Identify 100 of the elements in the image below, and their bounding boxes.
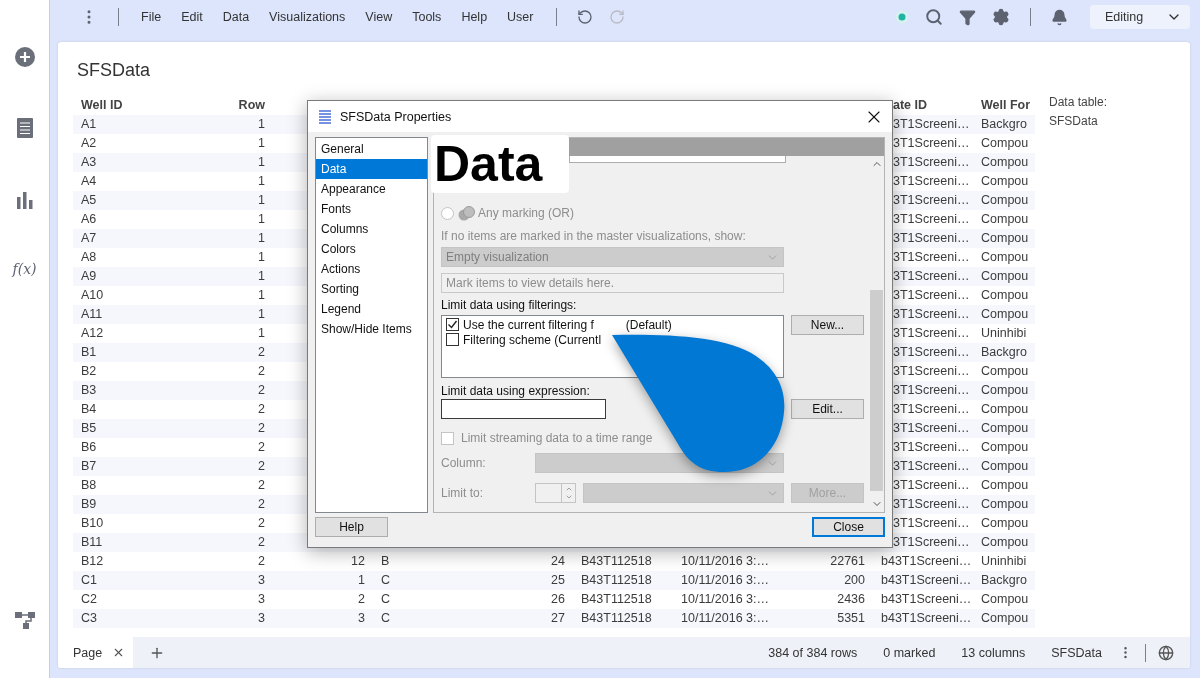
category-item[interactable]: Appearance xyxy=(316,179,427,199)
table-cell-text: 2 xyxy=(257,553,266,570)
table-cell-text: 3T1Screeni… xyxy=(893,496,971,513)
table-cell-text: Compou xyxy=(980,287,1030,304)
table-cell-text: b43T1Screeni… xyxy=(880,572,973,589)
table-cell-text: 2 xyxy=(257,439,266,456)
table-cell-text: 3T1Screeni… xyxy=(893,211,971,228)
side-label: Data table: xyxy=(1049,96,1108,109)
close-button[interactable]: Close xyxy=(812,517,885,537)
table-cell-text: 2 xyxy=(257,401,266,418)
page-tab[interactable]: Page xyxy=(58,637,133,668)
table-cell-text: 2 xyxy=(257,363,266,380)
filter-icon[interactable] xyxy=(959,8,976,26)
bar-chart-icon[interactable] xyxy=(15,191,34,209)
table-cell-text: 2436 xyxy=(836,591,866,608)
table-cell-text: B5 xyxy=(80,420,98,437)
menu-item[interactable]: Tools xyxy=(402,10,452,24)
column-header[interactable]: Row xyxy=(180,96,273,115)
table-cell-text: C xyxy=(380,572,392,589)
table-cell-text: B43T112518 xyxy=(580,553,653,570)
prompt-text: If no items are marked in the master visualizations, show: xyxy=(441,229,746,243)
column-header[interactable]: Well ID xyxy=(73,96,180,115)
help-button[interactable]: Help xyxy=(315,517,388,537)
flow-icon[interactable] xyxy=(14,610,35,630)
table-cell-text: Compou xyxy=(980,192,1030,209)
bell-icon[interactable] xyxy=(1051,8,1068,26)
add-icon[interactable] xyxy=(14,47,35,67)
status-text: 0 marked xyxy=(883,645,936,660)
category-item[interactable]: Columns xyxy=(316,219,427,239)
table-cell-text: 3T1Screeni… xyxy=(893,401,971,418)
table-cell-text: 3T1Screeni… xyxy=(893,230,971,247)
menu-item[interactable]: Data xyxy=(212,10,260,24)
menu-item[interactable]: Help xyxy=(451,10,498,24)
table-cell-text: C3 xyxy=(80,610,98,627)
table-cell-text: A4 xyxy=(80,173,98,190)
category-item[interactable]: Show/Hide Items xyxy=(316,319,427,339)
category-item[interactable]: Sorting xyxy=(316,279,427,299)
table-cell-text: Compou xyxy=(980,154,1030,171)
category-item[interactable]: Actions xyxy=(316,259,427,279)
menu-item[interactable]: File xyxy=(131,10,172,24)
table-cell-text: Compou xyxy=(980,496,1030,513)
table-cell-text: 1 xyxy=(257,135,266,152)
table-cell-text: 2 xyxy=(257,458,266,475)
table-cell-text: C xyxy=(380,591,392,608)
expression-field[interactable] xyxy=(441,399,606,419)
table-cell-text: 3T1Screeni… xyxy=(893,382,971,399)
table-cell-text: 3T1Screeni… xyxy=(893,458,971,475)
table-cell-text: A1 xyxy=(80,116,98,133)
table-cell-text: 3T1Screeni… xyxy=(893,344,971,361)
function-icon[interactable]: f(x) xyxy=(12,260,37,278)
filtering-label[interactable]: Use the current filtering f xyxy=(463,317,594,332)
category-item[interactable]: General xyxy=(316,139,427,159)
table-cell-text: A11 xyxy=(80,306,104,323)
column-header[interactable]: ate ID xyxy=(893,96,973,115)
search-icon[interactable] xyxy=(925,8,943,26)
table-cell-text: C1 xyxy=(80,572,98,589)
column-header[interactable]: Well For xyxy=(973,96,1035,115)
table-cell-text: 10/11/2016 3:… xyxy=(680,553,771,570)
table-cell-text: A10 xyxy=(80,287,105,304)
input-field[interactable] xyxy=(569,156,786,163)
menu-item[interactable]: Edit xyxy=(171,10,213,24)
table-cell-text: 3T1Screeni… xyxy=(893,363,971,380)
category-item[interactable]: Colors xyxy=(316,239,427,259)
table-cell-text: 27 xyxy=(550,610,566,627)
mode-dropdown[interactable]: Editing xyxy=(1090,5,1190,29)
document-icon[interactable] xyxy=(16,118,33,138)
category-item[interactable]: Legend xyxy=(316,299,427,319)
edit-button[interactable]: Edit... xyxy=(791,399,864,419)
category-item[interactable]: Data xyxy=(316,159,427,179)
new-button[interactable]: New... xyxy=(791,315,864,335)
table-cell-text: 3T1Screeni… xyxy=(893,477,971,494)
checkbox[interactable] xyxy=(446,333,459,346)
settings-icon[interactable] xyxy=(992,8,1010,26)
table-cell-text: 3 xyxy=(257,572,266,589)
page-title: SFSData xyxy=(76,59,151,81)
menu-item[interactable]: Visualizations xyxy=(259,10,356,24)
menu-item[interactable]: View xyxy=(355,10,403,24)
filtering-label[interactable]: Filtering scheme (Currentl xyxy=(463,332,602,347)
table-cell-text: Compou xyxy=(980,401,1030,418)
table-cell-text: A7 xyxy=(80,230,98,247)
menu-item[interactable]: User xyxy=(497,10,544,24)
table-cell-text: 1 xyxy=(357,572,366,589)
table-cell-text: A2 xyxy=(80,135,98,152)
table-cell-text: 1 xyxy=(257,249,266,266)
table-cell-text: 2 xyxy=(257,515,266,532)
table-cell-text: 1 xyxy=(257,325,266,342)
table-cell-text: Compou xyxy=(980,306,1030,323)
globe-icon[interactable] xyxy=(1158,644,1174,661)
table-cell-text: Compou xyxy=(980,173,1030,190)
table-cell-text: 12 xyxy=(350,553,366,570)
table-cell-text: 3T1Screeni… xyxy=(893,306,971,323)
undo-icon[interactable] xyxy=(576,9,593,25)
table-cell-text: B10 xyxy=(80,515,105,532)
table-cell-text: 3T1Screeni… xyxy=(893,439,971,456)
checkbox[interactable] xyxy=(446,318,459,331)
table-cell-text: B4 xyxy=(80,401,98,418)
table-cell-text: Backgro xyxy=(980,344,1028,361)
category-item[interactable]: Fonts xyxy=(316,199,427,219)
table-cell-text: 1 xyxy=(257,116,266,133)
table-cell-text: 3T1Screeni… xyxy=(893,325,971,342)
